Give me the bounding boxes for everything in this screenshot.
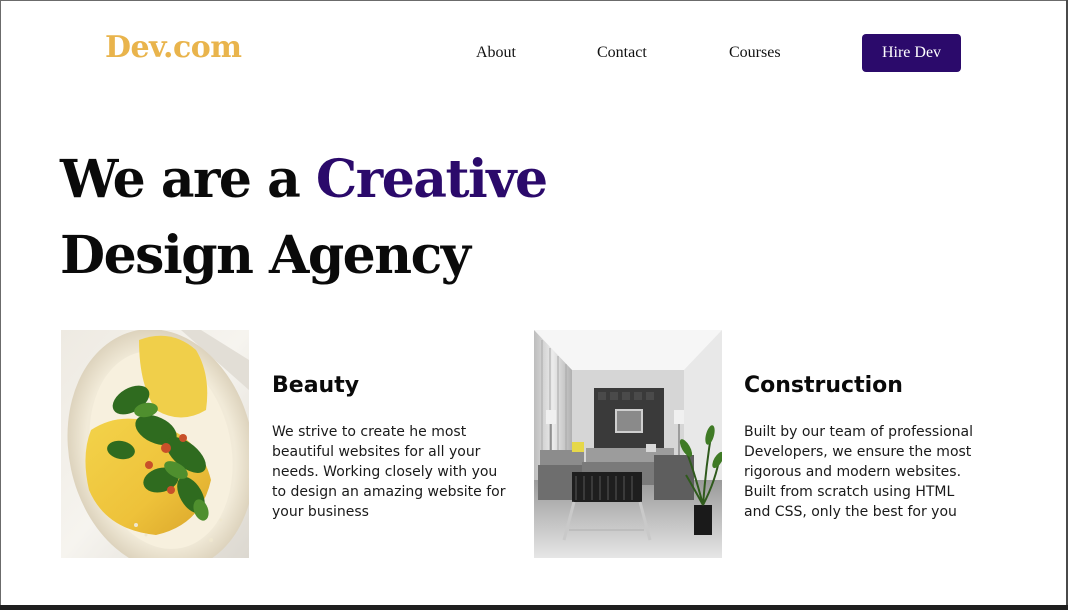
hero-line2: Design Agency xyxy=(60,225,471,286)
hero-line1-accent: Creative xyxy=(315,149,548,210)
card-text-beauty: We strive to create he most beautiful we… xyxy=(272,424,506,520)
beauty-food-image xyxy=(61,330,249,558)
construction-interior-image xyxy=(534,330,722,558)
hero-heading: We are a Creative Design Agency xyxy=(60,142,548,294)
card-text-construction: Built by our team of professional Develo… xyxy=(744,424,974,520)
window-border-left xyxy=(0,0,1,610)
window-border-top xyxy=(0,0,1068,1)
nav-link-about[interactable]: About xyxy=(476,44,516,62)
nav-link-courses[interactable]: Courses xyxy=(729,44,781,62)
hero-line1-prefix: We are a xyxy=(60,149,316,210)
site-logo[interactable]: Dev.com xyxy=(105,30,242,65)
card-title-construction: Construction xyxy=(744,373,903,398)
card-title-beauty: Beauty xyxy=(272,373,360,398)
hire-dev-button[interactable]: Hire Dev xyxy=(862,34,961,72)
window-border-bottom xyxy=(0,605,1068,610)
nav-link-contact[interactable]: Contact xyxy=(597,44,647,62)
